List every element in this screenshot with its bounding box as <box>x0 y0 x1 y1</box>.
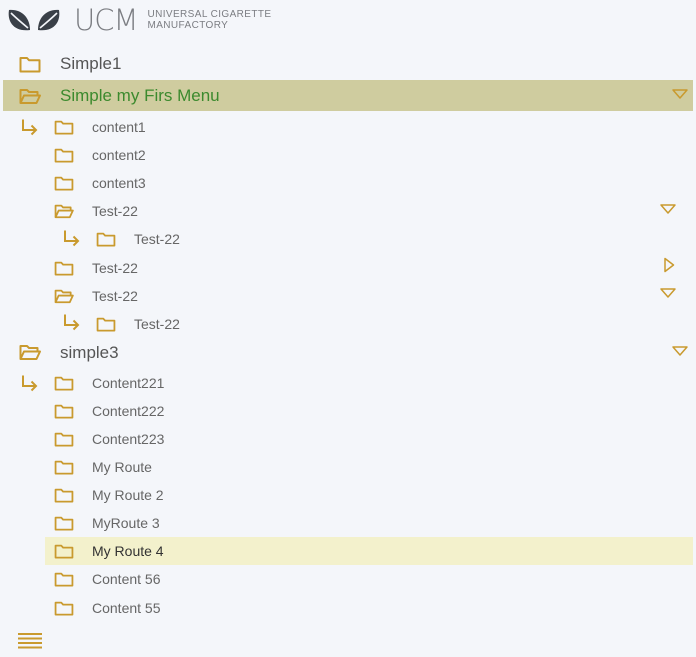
menu-label: My Route <box>92 459 152 475</box>
menu-label: MyRoute 3 <box>92 515 160 531</box>
folder-closed-icon <box>54 119 74 135</box>
child-arrow-icon <box>61 229 81 247</box>
menu-item-test-22-child[interactable]: Test-22 <box>88 311 693 337</box>
folder-closed-icon <box>54 260 74 276</box>
brand-name-line1: UNIVERSAL CIGARETTE <box>147 9 272 20</box>
menu-label: Content223 <box>92 431 165 447</box>
folder-closed-icon <box>54 515 74 531</box>
menu-label: simple3 <box>60 343 119 362</box>
menu-item-simple-my-first-menu[interactable]: Simple my Firs Menu <box>3 80 693 111</box>
menu-item-test-22[interactable]: Test-22 <box>45 283 693 309</box>
menu-label: Simple1 <box>60 54 122 73</box>
folder-closed-icon <box>54 459 74 475</box>
menu-item-simple3[interactable]: simple3 <box>3 338 693 366</box>
menu-item-content-55[interactable]: Content 55 <box>45 595 693 621</box>
menu-label: Content 56 <box>92 571 161 587</box>
menu-label: Test-22 <box>134 231 180 247</box>
menu-label: content2 <box>92 147 146 163</box>
menu-label: Content222 <box>92 403 165 419</box>
menu-item-content221[interactable]: Content221 <box>45 370 693 396</box>
menu-item-my-route-2[interactable]: My Route 2 <box>45 482 693 508</box>
chevron-right-icon[interactable] <box>663 257 675 273</box>
menu-label: Test-22 <box>134 316 180 332</box>
hamburger-menu-icon[interactable] <box>17 632 43 650</box>
child-arrow-icon <box>61 313 81 331</box>
menu-item-content3[interactable]: content3 <box>45 170 693 196</box>
folder-closed-icon <box>54 571 74 587</box>
menu-item-content223[interactable]: Content223 <box>45 426 693 452</box>
child-arrow-icon <box>19 374 39 392</box>
folder-open-icon <box>54 288 74 304</box>
menu-item-test-22[interactable]: Test-22 <box>45 198 693 224</box>
menu-label: Test-22 <box>92 260 138 276</box>
menu-label: My Route 4 <box>92 543 164 559</box>
folder-closed-icon <box>54 600 74 616</box>
chevron-down-icon[interactable] <box>659 286 677 300</box>
folder-closed-icon <box>54 403 74 419</box>
chevron-down-icon[interactable] <box>671 344 689 358</box>
brand-name-line2: MANUFACTORY <box>147 20 229 31</box>
menu-label: Content221 <box>92 375 165 391</box>
menu-item-test-22-child[interactable]: Test-22 <box>88 226 693 252</box>
folder-open-icon <box>19 87 41 105</box>
leaf-logo-icon <box>6 6 62 34</box>
menu-item-my-route-4[interactable]: My Route 4 <box>45 537 693 565</box>
menu-item-content-56[interactable]: Content 56 <box>45 566 693 592</box>
menu-item-content1[interactable]: content1 <box>45 114 693 140</box>
menu-item-my-route[interactable]: My Route <box>45 454 693 480</box>
folder-closed-icon <box>54 487 74 503</box>
folder-open-icon <box>19 343 41 361</box>
folder-closed-icon <box>19 55 41 73</box>
menu-label: Simple my Firs Menu <box>60 86 220 105</box>
folder-closed-icon <box>54 543 74 559</box>
menu-item-content222[interactable]: Content222 <box>45 398 693 424</box>
child-arrow-icon <box>19 118 39 136</box>
brand-logo[interactable]: UCM UNIVERSAL CIGARETTE MANUFACTORY <box>6 4 271 36</box>
menu-label: Test-22 <box>92 203 138 219</box>
menu-label: My Route 2 <box>92 487 164 503</box>
folder-closed-icon <box>96 231 116 247</box>
menu-item-simple1[interactable]: Simple1 <box>3 50 693 78</box>
menu-label: content3 <box>92 175 146 191</box>
folder-closed-icon <box>96 316 116 332</box>
chevron-down-icon[interactable] <box>671 87 689 101</box>
menu-label: Test-22 <box>92 288 138 304</box>
folder-open-icon <box>54 203 74 219</box>
folder-closed-icon <box>54 175 74 191</box>
folder-closed-icon <box>54 431 74 447</box>
chevron-down-icon[interactable] <box>659 202 677 216</box>
menu-label: content1 <box>92 119 146 135</box>
folder-closed-icon <box>54 375 74 391</box>
menu-label: Content 55 <box>92 600 161 616</box>
brand-abbr: UCM <box>74 3 138 37</box>
folder-closed-icon <box>54 147 74 163</box>
menu-item-content2[interactable]: content2 <box>45 142 693 168</box>
brand-name: UNIVERSAL CIGARETTE MANUFACTORY <box>148 9 272 31</box>
menu-item-test-22[interactable]: Test-22 <box>45 255 693 281</box>
menu-item-myroute-3[interactable]: MyRoute 3 <box>45 510 693 536</box>
